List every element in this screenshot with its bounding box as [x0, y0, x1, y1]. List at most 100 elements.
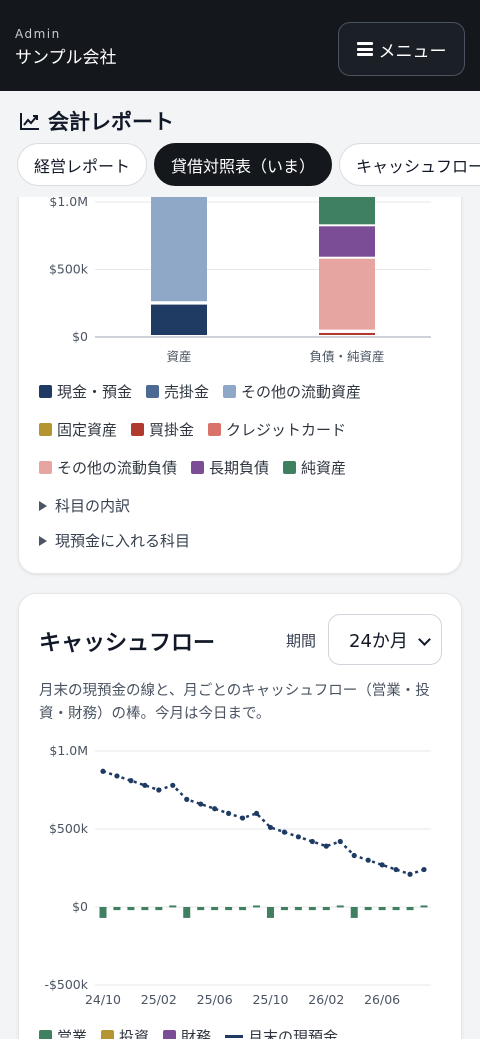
bs-legend-row-2: 固定資産 買掛金 クレジットカード	[39, 419, 346, 440]
legend-item: 月末の現預金	[225, 1026, 338, 1039]
legend-item: クレジットカード	[208, 419, 346, 440]
cf-legend: 営業 投資 財務 月末の現預金	[39, 1026, 338, 1039]
cash-balance-point	[156, 787, 162, 793]
company-name: サンプル会社	[15, 48, 117, 68]
legend-item: 営業	[39, 1026, 87, 1039]
y-tick-label: $0	[72, 329, 88, 344]
report-header: 会計レポート 経営レポート 貸借対照表（いま） キャッシュフロー	[0, 91, 480, 197]
cashflow-bar	[141, 907, 149, 911]
cashflow-bar	[155, 907, 163, 911]
cashflow-bar	[336, 905, 344, 908]
legend-label: 月末の現預金	[248, 1028, 339, 1039]
cashflow-bar	[308, 907, 316, 911]
page-title-text: 会計レポート	[48, 110, 174, 134]
chevron-down-icon	[418, 633, 431, 646]
cashflow-bar	[294, 907, 302, 911]
expand-triangle-icon	[39, 535, 47, 546]
cashflow-bar	[239, 907, 247, 911]
cashflow-title: キャッシュフロー	[39, 631, 216, 656]
bar-segment	[319, 258, 375, 330]
cash-balance-point	[407, 871, 413, 877]
x-tick-label: 25/02	[141, 992, 177, 1007]
y-tick-label: $0	[72, 899, 88, 914]
cashflow-bar	[350, 907, 358, 918]
legend-item: 財務	[163, 1026, 211, 1039]
bs-legend-row-1: 現金・預金 売掛金 その他の流動資産	[39, 381, 361, 402]
cashflow-bar	[420, 905, 428, 908]
legend-item: その他の流動負債	[39, 457, 177, 478]
cash-balance-point	[128, 778, 134, 784]
cash-balance-point	[337, 838, 343, 845]
legend-swatch	[39, 461, 52, 474]
cash-balance-point	[226, 810, 232, 816]
cashflow-bar	[280, 907, 288, 911]
cashflow-bar	[406, 907, 414, 911]
cash-balance-point	[184, 796, 190, 802]
y-tick-label: $500k	[49, 821, 89, 836]
cash-balance-point	[309, 838, 315, 845]
period-label: 期間	[286, 632, 317, 650]
legend-line-swatch	[225, 1035, 244, 1038]
cash-balance-point	[114, 773, 120, 779]
legend-item: 現金・預金	[39, 381, 132, 402]
expand-triangle-icon	[39, 500, 47, 511]
cash-balance-point	[351, 852, 357, 859]
legend-label: その他の流動資産	[241, 383, 362, 401]
account-breakdown-toggle[interactable]: 科目の内訳	[39, 495, 130, 516]
cashflow-bar	[127, 907, 135, 911]
cashflow-bar	[197, 907, 205, 911]
cashflow-bar	[225, 907, 233, 911]
cash-balance-point	[323, 843, 329, 849]
menu-label: メニュー	[378, 41, 447, 62]
x-tick-label: 資産	[166, 349, 191, 364]
cash-balance-point	[421, 866, 427, 873]
cash-balance-point	[239, 815, 246, 821]
legend-swatch	[146, 385, 160, 398]
x-tick-label: 26/06	[364, 992, 400, 1007]
menu-button[interactable]: メニュー	[338, 22, 465, 76]
cash-balance-point	[253, 810, 260, 816]
legend-swatch	[39, 385, 52, 398]
bar-segment	[319, 226, 375, 257]
legend-swatch	[163, 1030, 177, 1039]
legend-swatch	[283, 461, 297, 474]
cash-balance-point	[267, 824, 274, 831]
legend-swatch	[208, 423, 222, 436]
legend-label: 現金・預金	[57, 383, 133, 401]
legend-label: 長期負債	[209, 459, 270, 477]
cashflow-bar	[211, 907, 219, 911]
legend-item: 固定資産	[39, 419, 117, 440]
legend-item: 買掛金	[131, 419, 194, 440]
cash-balance-point	[142, 782, 148, 788]
x-tick-label: 負債・純資産	[309, 349, 384, 364]
x-tick-label: 26/02	[308, 992, 344, 1007]
cashflow-bar	[253, 905, 261, 908]
bar-segment	[151, 304, 207, 335]
legend-swatch	[39, 1030, 52, 1039]
tab-balance-sheet[interactable]: 貸借対照表（いま）	[154, 143, 333, 186]
legend-swatch	[39, 423, 52, 436]
legend-item: 売掛金	[146, 381, 209, 402]
tab-management-report[interactable]: 経営レポート	[17, 143, 148, 186]
cashflow-description: 月末の現預金の線と、月ごとのキャッシュフロー（営業・投資・財務）の棒。今月は今日…	[39, 683, 430, 722]
cash-balance-point	[198, 801, 204, 807]
period-select[interactable]: 24か月	[328, 614, 442, 665]
admin-label: Admin	[15, 27, 61, 41]
y-tick-label: $1.0M	[49, 743, 88, 758]
cashflow-chart: -$500k $0 $500k $1.0M 24/10 25/02 25/06 25/10 26…	[44, 743, 431, 1007]
cash-balance-point	[393, 866, 399, 873]
cash-balance-point	[295, 834, 301, 840]
legend-label: 売掛金	[164, 383, 210, 401]
legend-swatch	[101, 1030, 115, 1039]
cash-balance-point	[170, 782, 176, 788]
cashflow-bar	[99, 907, 107, 918]
legend-swatch	[191, 461, 205, 474]
legend-label: その他の流動負債	[57, 459, 178, 477]
legend-label: 投資	[119, 1028, 150, 1039]
cash-accounts-toggle[interactable]: 現預金に入れる科目	[39, 530, 190, 551]
cashflow-bar	[378, 907, 386, 911]
legend-swatch	[223, 385, 237, 398]
bs-legend-row-3: その他の流動負債 長期負債 純資産	[39, 457, 346, 478]
tab-cashflow[interactable]: キャッシュフロー	[339, 143, 480, 186]
legend-label: 固定資産	[57, 421, 118, 439]
